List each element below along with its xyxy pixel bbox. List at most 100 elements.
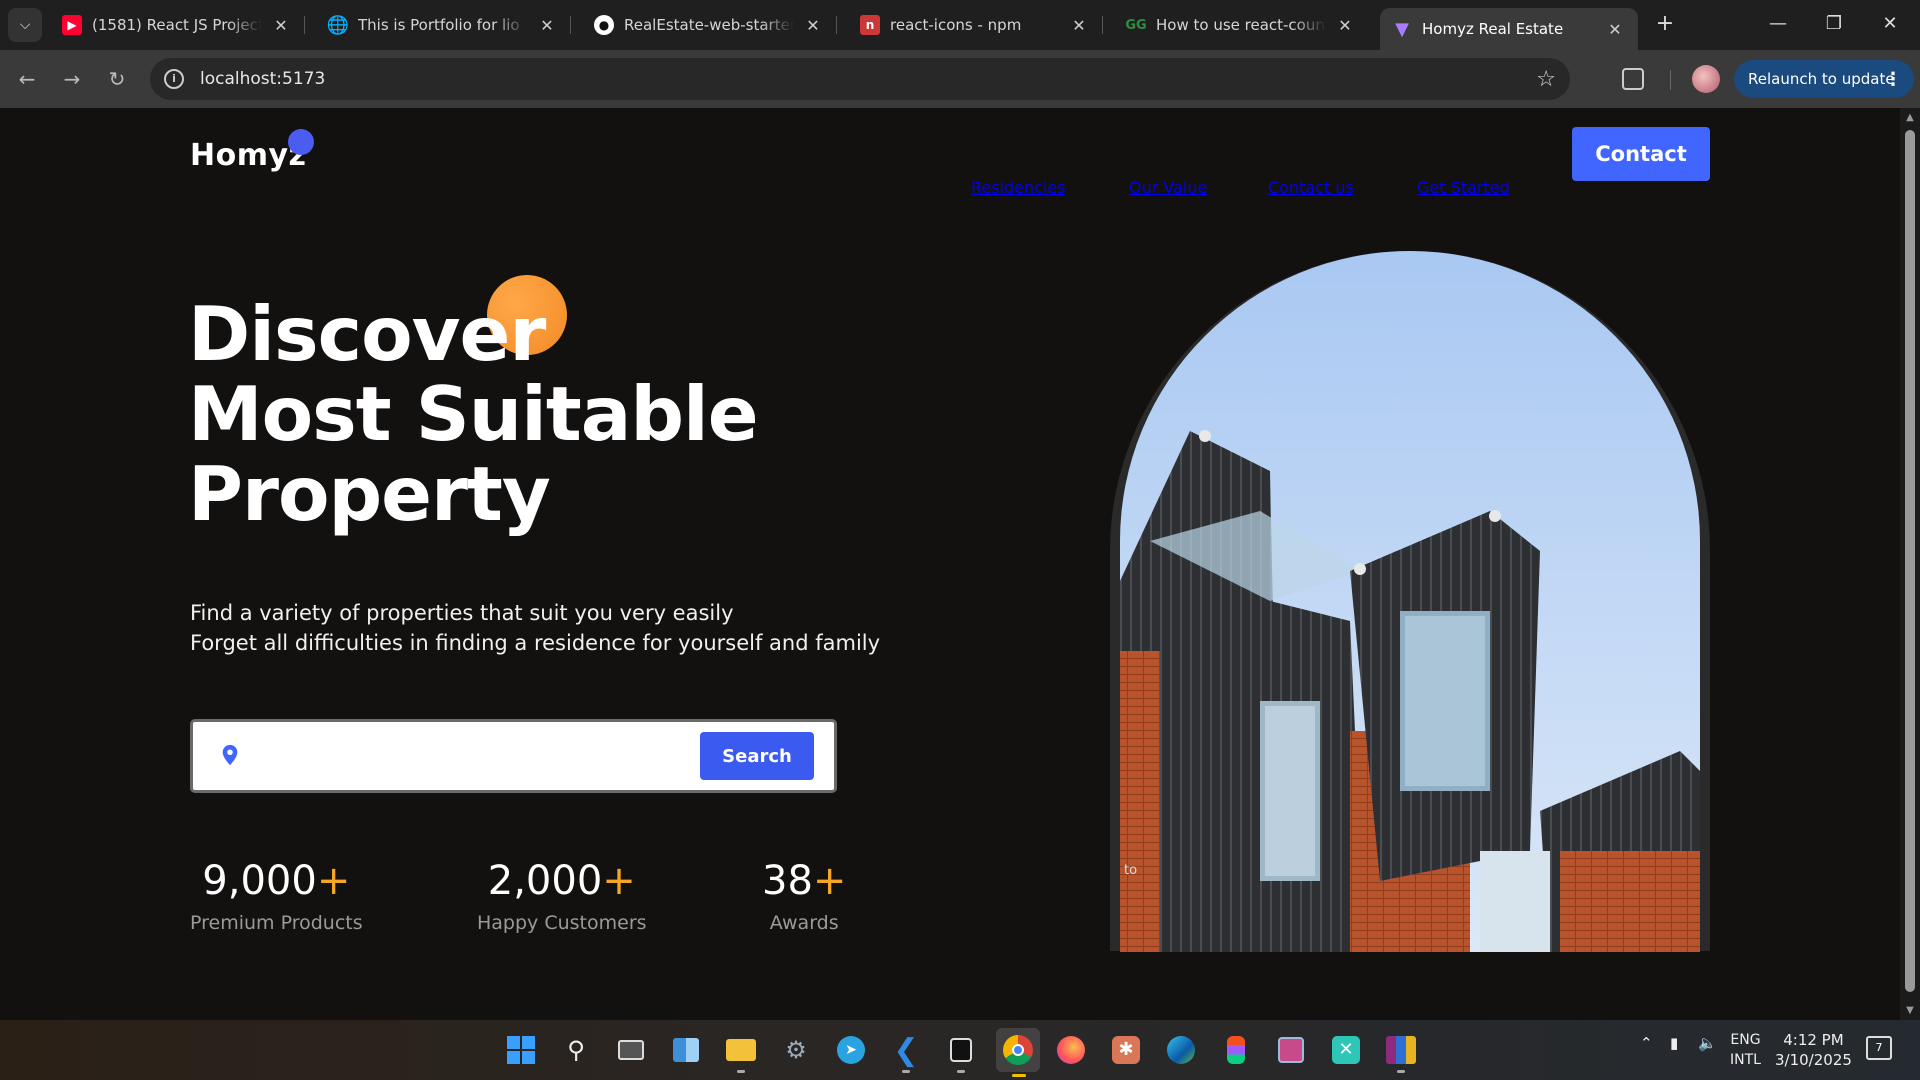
search-icon[interactable]: ⚲ xyxy=(558,1032,594,1068)
close-tab-icon[interactable]: ✕ xyxy=(270,16,292,35)
stat-value: 2,000+ xyxy=(477,858,647,904)
page-viewport: Homyz Residencies Our Value Contact us G… xyxy=(0,108,1900,1020)
stat-number: 38 xyxy=(762,858,813,904)
app-icon[interactable] xyxy=(943,1032,979,1073)
npm-icon: n xyxy=(860,15,880,35)
nav-link-get-started[interactable]: Get Started xyxy=(1417,142,1510,232)
windows-taskbar: ⚲ ⚙ ➤ ❮ ✱ ✕ ⌃ ▮ 🔈 ENG INTL 4:12 PM 3/10/… xyxy=(0,1020,1920,1080)
stat-label: Premium Products xyxy=(190,912,363,934)
browser-tab[interactable]: ▶ (1581) React JS Project | Bu ✕ xyxy=(50,8,305,42)
search-input[interactable] xyxy=(257,736,667,776)
browser-toolbar: ← → ↻ i localhost:5173 ☆ Relaunch to upd… xyxy=(0,50,1920,108)
reload-icon[interactable]: ↻ xyxy=(100,62,134,96)
claude-icon[interactable]: ✱ xyxy=(1108,1032,1144,1068)
notification-icon[interactable]: 7 xyxy=(1866,1036,1892,1060)
url-text[interactable]: localhost:5173 xyxy=(200,69,325,89)
browser-tab[interactable]: 🌐 This is Portfolio for lio ✕ xyxy=(316,8,571,42)
search-button[interactable]: Search xyxy=(700,732,814,780)
headline-line: Discover xyxy=(188,290,546,378)
image-caption-fragment: to xyxy=(1124,863,1138,878)
relaunch-label: Relaunch to update xyxy=(1748,70,1895,88)
search-bar: Search xyxy=(190,719,837,793)
contact-button[interactable]: Contact xyxy=(1572,127,1710,181)
task-view-icon[interactable] xyxy=(613,1032,649,1068)
stat-plus: + xyxy=(602,858,636,904)
lang-secondary: INTL xyxy=(1730,1052,1761,1068)
xcode-icon[interactable]: ✕ xyxy=(1328,1032,1364,1068)
firefox-icon[interactable] xyxy=(1053,1032,1089,1068)
tab-title: Homyz Real Estate xyxy=(1422,20,1564,38)
browser-tab[interactable]: GG How to use react-countup ✕ xyxy=(1114,8,1368,42)
stat-value: 38+ xyxy=(762,858,846,904)
hero-subtitle: Find a variety of properties that suit y… xyxy=(190,598,880,658)
stat-label: Awards xyxy=(769,912,839,934)
hero-building-image: to xyxy=(1120,251,1700,952)
more-menu-icon[interactable]: ⋮ xyxy=(1884,69,1902,90)
tray-chevron-icon[interactable]: ⌃ xyxy=(1640,1034,1653,1052)
close-tab-icon[interactable]: ✕ xyxy=(1604,20,1626,39)
site-info-icon[interactable]: i xyxy=(164,69,184,89)
scroll-down-icon[interactable]: ▼ xyxy=(1904,1005,1916,1016)
clock-time: 4:12 PM xyxy=(1783,1031,1844,1049)
calculator-icon[interactable] xyxy=(1273,1032,1309,1068)
clock-date: 3/10/2025 xyxy=(1775,1051,1852,1069)
extensions-icon[interactable] xyxy=(1622,68,1644,90)
lang-primary: ENG xyxy=(1730,1032,1761,1048)
chevron-down-icon: ⌵ xyxy=(19,17,31,33)
edge-icon[interactable] xyxy=(1163,1032,1199,1068)
window-close-icon[interactable]: ✕ xyxy=(1862,4,1918,44)
close-tab-icon[interactable]: ✕ xyxy=(1068,16,1090,35)
headline-line: Property xyxy=(188,450,551,538)
globe-icon: 🌐 xyxy=(326,14,350,36)
winrar-icon[interactable] xyxy=(1383,1032,1419,1073)
browser-tab-strip: ⌵ ▶ (1581) React JS Project | Bu ✕ 🌐 Thi… xyxy=(0,0,1920,50)
browser-tab-active[interactable]: ▼ Homyz Real Estate ✕ xyxy=(1380,8,1638,50)
hero-headline: Discover Most Suitable Property xyxy=(188,294,888,534)
settings-icon[interactable]: ⚙ xyxy=(778,1032,814,1068)
stat-label: Happy Customers xyxy=(477,912,647,934)
figma-icon[interactable] xyxy=(1218,1032,1254,1068)
scrollbar-thumb[interactable] xyxy=(1905,130,1915,992)
stat-number: 2,000 xyxy=(487,858,603,904)
subtitle-line: Find a variety of properties that suit y… xyxy=(190,601,734,625)
stat-plus: + xyxy=(316,858,351,904)
profile-avatar[interactable] xyxy=(1692,65,1720,93)
browser-tab[interactable]: ● RealEstate-web-starterpack ✕ xyxy=(582,8,837,42)
youtube-icon: ▶ xyxy=(62,15,82,35)
file-explorer-icon[interactable] xyxy=(723,1032,759,1073)
nav-link-residencies[interactable]: Residencies xyxy=(971,142,1066,232)
back-arrow-icon[interactable]: ← xyxy=(10,62,44,96)
minimize-icon[interactable]: — xyxy=(1750,4,1806,44)
scroll-up-icon[interactable]: ▲ xyxy=(1904,112,1916,123)
chrome-icon[interactable] xyxy=(996,1028,1040,1077)
vscode-icon[interactable]: ❮ xyxy=(888,1032,924,1073)
stat-plus: + xyxy=(812,858,847,904)
page-scrollbar[interactable]: ▲ ▼ xyxy=(1900,108,1920,1020)
language-indicator[interactable]: ENG INTL xyxy=(1730,1030,1761,1070)
tab-title: react-icons - npm xyxy=(890,16,1022,34)
stat-number: 9,000 xyxy=(202,858,317,904)
browser-tab[interactable]: n react-icons - npm ✕ xyxy=(848,8,1103,42)
volume-icon[interactable]: 🔈 xyxy=(1698,1034,1717,1052)
bookmark-star-icon[interactable]: ☆ xyxy=(1536,67,1556,92)
close-tab-icon[interactable]: ✕ xyxy=(536,16,558,35)
battery-icon[interactable]: ▮ xyxy=(1670,1034,1678,1052)
telegram-icon[interactable]: ➤ xyxy=(833,1032,869,1068)
logo-dot xyxy=(288,129,314,155)
building-illustration xyxy=(1120,251,1700,952)
close-tab-icon[interactable]: ✕ xyxy=(802,16,824,35)
system-clock[interactable]: 4:12 PM 3/10/2025 xyxy=(1775,1030,1852,1070)
widgets-icon[interactable] xyxy=(668,1032,704,1068)
tab-search-button[interactable]: ⌵ xyxy=(8,8,42,42)
restore-icon[interactable]: ❐ xyxy=(1806,4,1862,44)
address-bar[interactable]: i localhost:5173 ☆ xyxy=(150,58,1570,100)
nav-link-contact-us[interactable]: Contact us xyxy=(1268,142,1354,232)
new-tab-icon[interactable]: + xyxy=(1650,10,1680,40)
forward-arrow-icon[interactable]: → xyxy=(55,62,89,96)
close-tab-icon[interactable]: ✕ xyxy=(1334,16,1356,35)
relaunch-button[interactable]: Relaunch to update ⋮ xyxy=(1734,60,1914,98)
windows-start-icon[interactable] xyxy=(503,1032,539,1068)
toolbar-divider xyxy=(1670,70,1671,90)
nav-link-our-value[interactable]: Our Value xyxy=(1129,142,1207,232)
tab-title: (1581) React JS Project | Bu xyxy=(92,16,262,34)
